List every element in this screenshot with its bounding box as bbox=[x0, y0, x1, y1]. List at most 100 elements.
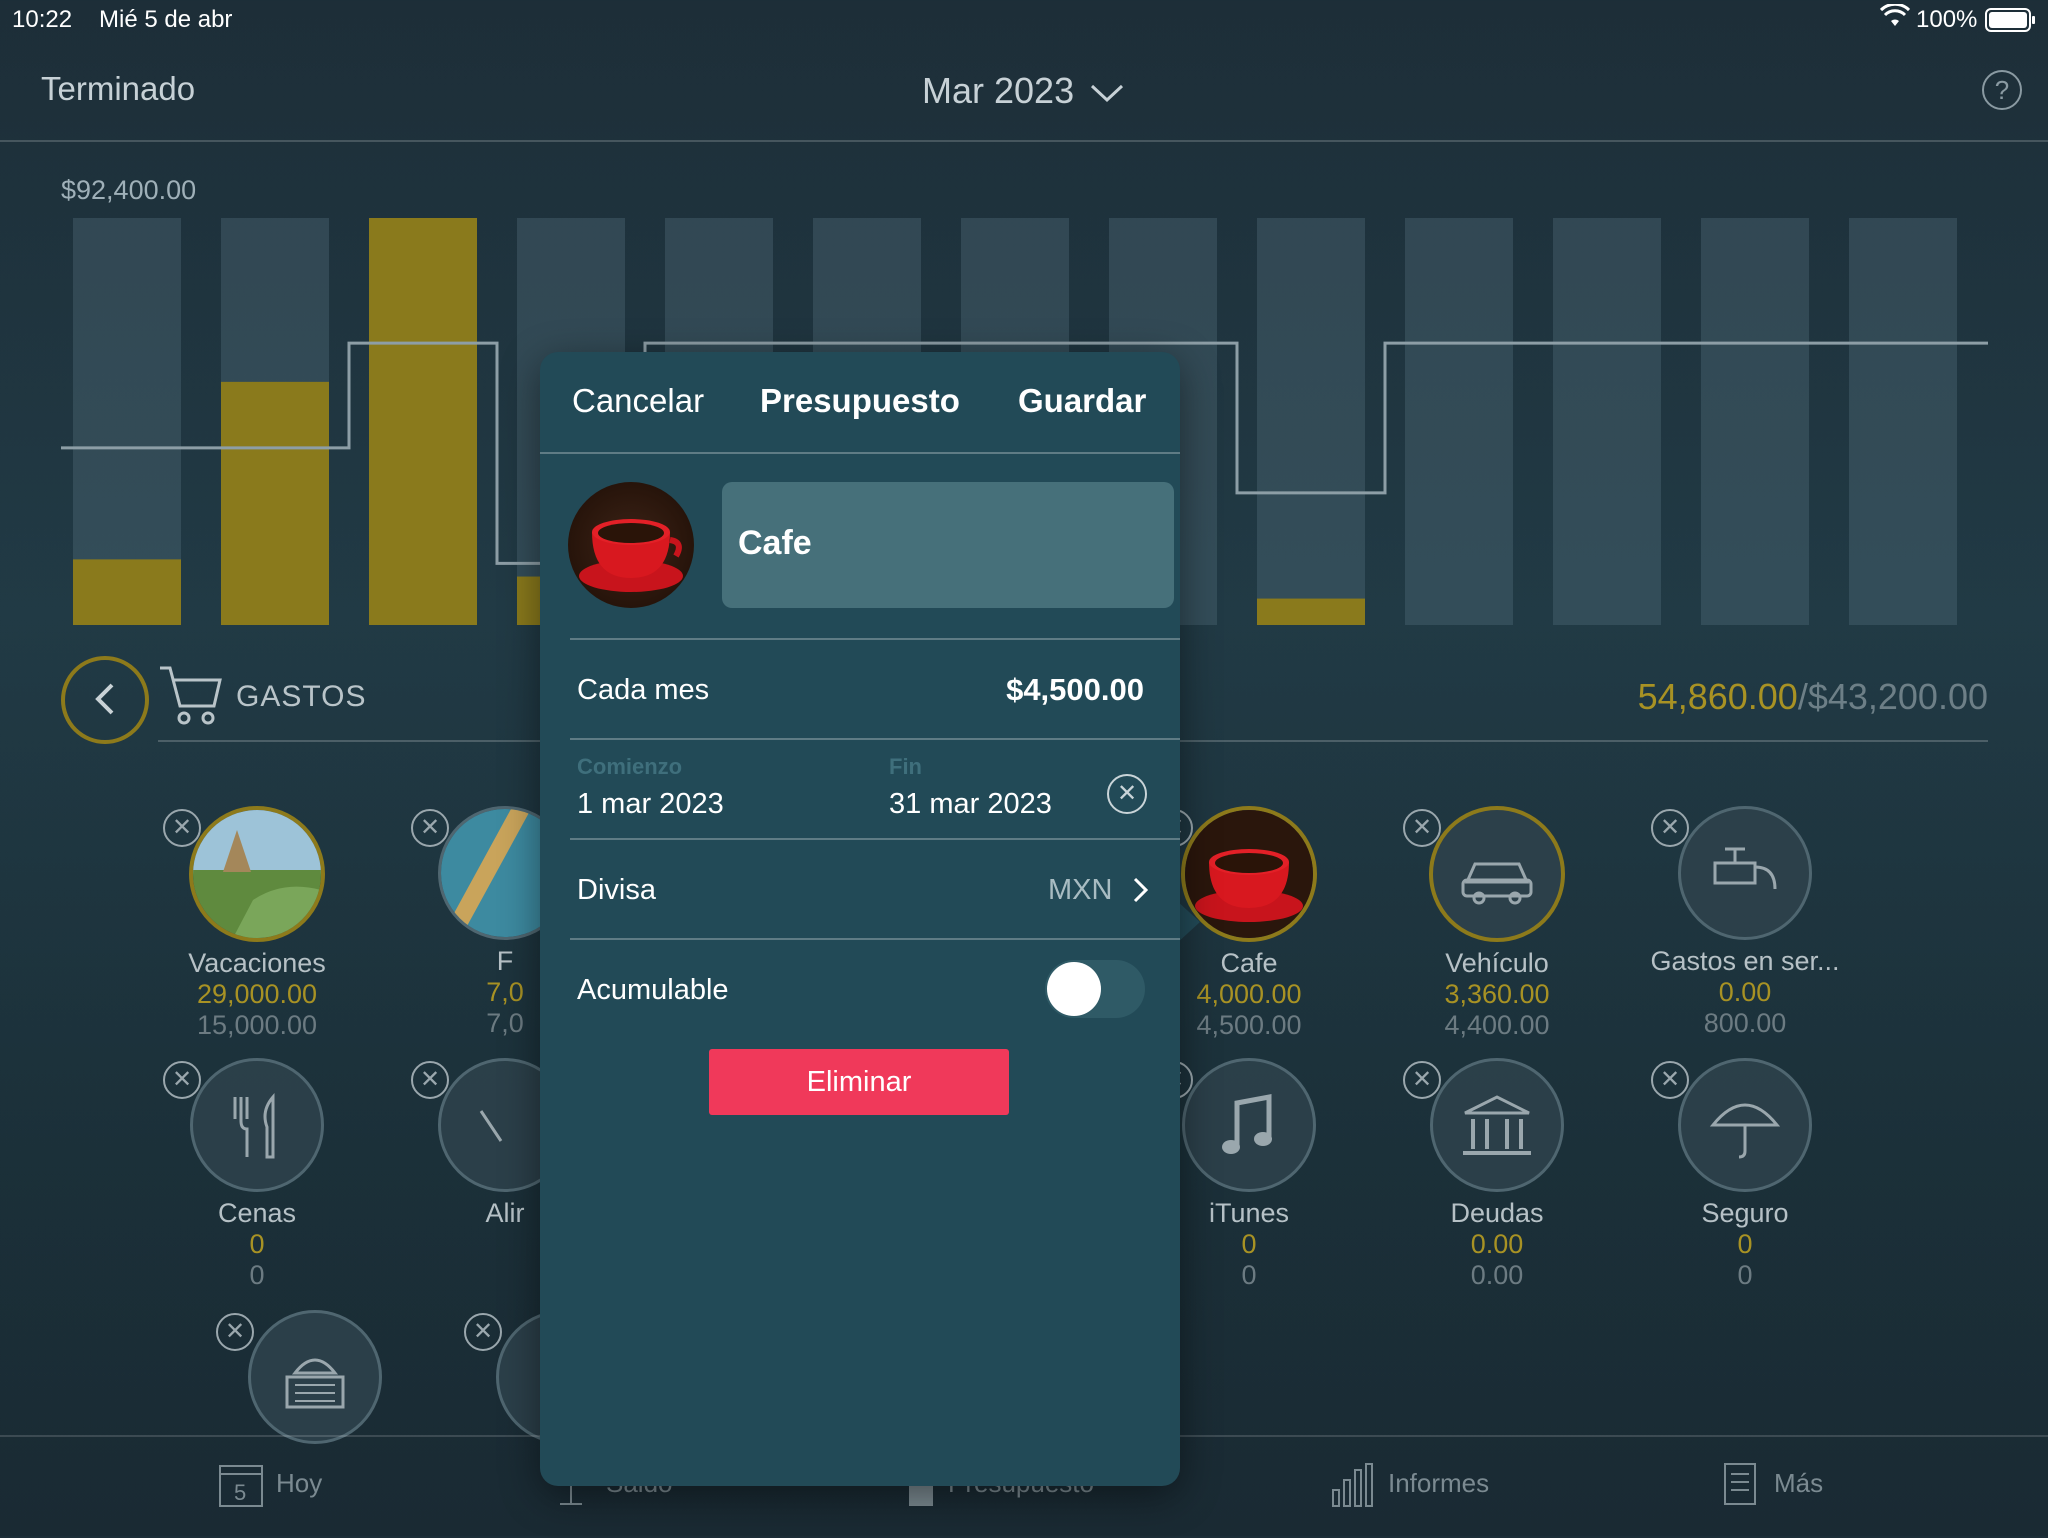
help-icon[interactable]: ? bbox=[1982, 70, 2022, 110]
tab-hoy[interactable]: 5 Hoy bbox=[218, 1462, 322, 1508]
chart-bar[interactable] bbox=[1257, 598, 1365, 625]
cancel-button[interactable]: Cancelar bbox=[572, 382, 704, 420]
category-item-gastos-en-ser-[interactable]: ✕ Gastos en ser... 0.00 800.00 bbox=[1625, 806, 1865, 1039]
end-date[interactable]: 31 mar 2023 bbox=[889, 788, 1052, 821]
faucet-icon bbox=[1681, 847, 1809, 937]
category-name: Vacaciones bbox=[188, 948, 326, 978]
chart-bar-background bbox=[1701, 218, 1809, 625]
category-item-deudas[interactable]: ✕ Deudas 0.00 0.00 bbox=[1377, 1058, 1617, 1291]
cumulative-label: Acumulable bbox=[577, 974, 729, 1006]
coffee-cup-icon bbox=[568, 519, 694, 608]
category-image[interactable] bbox=[568, 482, 694, 608]
category-budget: 15,000.00 bbox=[196, 1010, 318, 1040]
category-spent: 0 bbox=[1737, 1229, 1753, 1259]
status-date: Mié 5 de abr bbox=[99, 6, 233, 33]
cumulative-toggle[interactable] bbox=[1045, 960, 1145, 1018]
remove-category-icon[interactable]: ✕ bbox=[216, 1313, 254, 1351]
music-note-icon bbox=[1185, 1093, 1313, 1189]
tab-label: Más bbox=[1774, 1467, 1824, 1498]
amount-value[interactable]: $4,500.00 bbox=[1006, 672, 1144, 708]
category-spent: 29,000.00 bbox=[196, 979, 318, 1009]
category-spent: 0.00 bbox=[1470, 1229, 1524, 1259]
status-time: 10:22 bbox=[12, 6, 73, 33]
chart-max-label: $92,400.00 bbox=[61, 175, 197, 205]
budget-popover: Cancelar Presupuesto Guardar Cafe Cada m… bbox=[540, 352, 1180, 1486]
budget-total: /$43,200.00 bbox=[1797, 676, 1988, 717]
remove-category-icon[interactable]: ✕ bbox=[411, 809, 449, 847]
tab-mas[interactable]: Más bbox=[1722, 1462, 1823, 1508]
start-date[interactable]: 1 mar 2023 bbox=[577, 788, 724, 821]
remove-category-icon[interactable]: ✕ bbox=[1651, 1061, 1689, 1099]
document-icon bbox=[1722, 1463, 1774, 1505]
status-bar: 10:22 Mié 5 de abr 100% bbox=[0, 0, 2048, 40]
category-name: Gastos en ser... bbox=[1650, 946, 1840, 976]
category-spent: 3,360.00 bbox=[1444, 979, 1550, 1009]
category-name: Vehículo bbox=[1445, 948, 1549, 978]
battery-percent: 100% bbox=[1916, 6, 1978, 33]
category-item-cenas[interactable]: ✕ Cenas 0 0 bbox=[137, 1058, 377, 1291]
chart-bar-background bbox=[1849, 218, 1957, 625]
remove-category-icon[interactable]: ✕ bbox=[1403, 809, 1441, 847]
tab-informes[interactable]: Informes bbox=[1330, 1462, 1489, 1508]
cart-icon bbox=[156, 662, 226, 737]
chart-bar-background bbox=[1257, 218, 1365, 625]
back-button[interactable] bbox=[61, 656, 149, 744]
category-name-field[interactable]: Cafe bbox=[722, 482, 1174, 608]
bar-chart-icon bbox=[1330, 1463, 1388, 1507]
section-title: GASTOS bbox=[236, 680, 367, 713]
toggle-knob bbox=[1047, 962, 1101, 1016]
chevron-left-icon bbox=[90, 681, 120, 725]
header-divider bbox=[540, 452, 1180, 454]
save-button[interactable]: Guardar bbox=[1018, 382, 1146, 420]
navigation-bar: Terminado Mar 2023 ? bbox=[0, 40, 2048, 142]
month-selector[interactable]: Mar 2023 bbox=[922, 70, 1124, 112]
end-label: Fin bbox=[889, 754, 922, 779]
popover-title: Presupuesto bbox=[760, 382, 960, 419]
category-spent: 0 bbox=[249, 1229, 265, 1259]
category-item-vacaciones[interactable]: ✕ Vacaciones 29,000.00 15,000.00 bbox=[137, 806, 377, 1041]
period-label: Cada mes bbox=[577, 674, 710, 706]
remove-category-icon[interactable]: ✕ bbox=[163, 1061, 201, 1099]
tab-label: Informes bbox=[1388, 1467, 1490, 1498]
category-budget: 800.00 bbox=[1703, 1008, 1787, 1038]
currency-row[interactable]: Divisa MXN bbox=[570, 840, 1180, 938]
fork-knife-icon bbox=[193, 1092, 321, 1189]
chart-bar-background bbox=[1553, 218, 1661, 625]
calendar-icon: 5 bbox=[218, 1465, 276, 1507]
svg-text:5: 5 bbox=[234, 1480, 246, 1505]
bank-icon bbox=[1433, 1095, 1561, 1189]
category-spent: 0.00 bbox=[1718, 977, 1772, 1007]
section-totals: 54,860.00/$43,200.00 bbox=[1638, 676, 1988, 718]
chart-bar[interactable] bbox=[221, 381, 329, 625]
chevron-down-icon bbox=[1084, 70, 1124, 111]
clear-dates-icon[interactable]: ✕ bbox=[1107, 774, 1147, 814]
remove-category-icon[interactable]: ✕ bbox=[464, 1313, 502, 1351]
remove-category-icon[interactable]: ✕ bbox=[163, 809, 201, 847]
category-item-government[interactable] bbox=[248, 1310, 382, 1444]
tab-label: Hoy bbox=[276, 1467, 323, 1498]
cumulative-row: Acumulable bbox=[570, 940, 1180, 1038]
date-range-row: Comienzo 1 mar 2023 Fin 31 mar 2023 ✕ bbox=[570, 740, 1180, 838]
category-name-value: Cafe bbox=[738, 524, 812, 562]
chart-bar[interactable] bbox=[369, 218, 477, 625]
chevron-right-icon bbox=[1132, 876, 1150, 909]
category-item-seguro[interactable]: ✕ Seguro 0 0 bbox=[1625, 1058, 1865, 1291]
remove-category-icon[interactable]: ✕ bbox=[1403, 1061, 1441, 1099]
remove-category-icon[interactable]: ✕ bbox=[1651, 809, 1689, 847]
category-name: Deudas bbox=[1450, 1198, 1544, 1228]
period-row[interactable]: Cada mes $4,500.00 bbox=[570, 640, 1180, 738]
category-name: Cenas bbox=[217, 1198, 297, 1228]
battery-icon bbox=[1985, 8, 2037, 39]
chart-bar-background bbox=[1405, 218, 1513, 625]
month-title: Mar 2023 bbox=[922, 70, 1075, 111]
category-item-vehículo[interactable]: ✕ Vehículo 3,360.00 4,400.00 bbox=[1377, 806, 1617, 1041]
start-label: Comienzo bbox=[577, 754, 683, 779]
category-budget: 4,400.00 bbox=[1444, 1010, 1550, 1040]
remove-category-icon[interactable]: ✕ bbox=[411, 1061, 449, 1099]
currency-label: Divisa bbox=[577, 874, 656, 906]
coffee-cup-photo-icon bbox=[1185, 810, 1313, 938]
done-button[interactable]: Terminado bbox=[41, 70, 195, 108]
category-budget: 0.00 bbox=[1470, 1260, 1524, 1290]
chart-bar[interactable] bbox=[73, 559, 181, 625]
delete-button[interactable]: Eliminar bbox=[709, 1049, 1009, 1115]
